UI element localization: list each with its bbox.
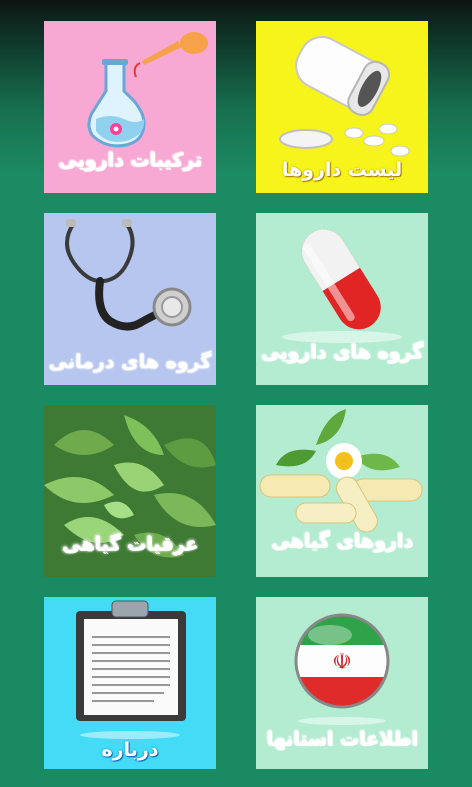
- tile-drug-list[interactable]: لیست داروها: [256, 21, 428, 193]
- tile-formulations[interactable]: ترکیبات دارویی: [44, 21, 216, 193]
- tile-drug-groups[interactable]: گروه های دارویی: [256, 213, 428, 385]
- tile-herbal-drugs[interactable]: داروهای گیاهی: [256, 405, 428, 577]
- svg-text:☫: ☫: [332, 650, 352, 675]
- tile-label: داروهای گیاهی: [271, 530, 413, 552]
- tile-label: گروه های درمانی: [48, 351, 212, 373]
- tile-therapeutic-groups[interactable]: گروه های درمانی: [44, 213, 216, 385]
- tile-about[interactable]: درباره: [44, 597, 216, 769]
- tile-province-info[interactable]: ☫ اطلاعات استانها: [256, 597, 428, 769]
- tile-label: گروه های دارویی: [260, 341, 424, 363]
- tile-herbal-extracts[interactable]: عرقیات گیاهی: [44, 405, 216, 577]
- tile-label: ترکیبات دارویی: [58, 149, 202, 171]
- tile-label: اطلاعات استانها: [266, 728, 418, 750]
- tile-label: لیست داروها: [281, 159, 403, 181]
- tile-label: درباره: [101, 739, 159, 761]
- tile-label: عرقیات گیاهی: [61, 533, 199, 555]
